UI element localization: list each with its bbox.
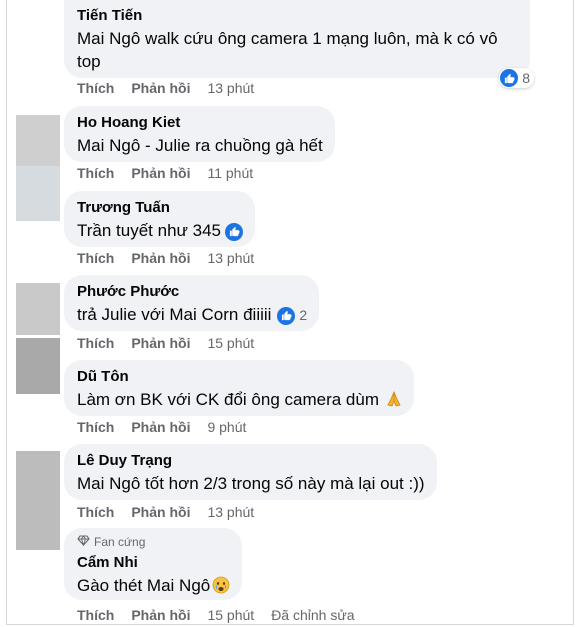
comment-text: Trần tuyết như 345: [77, 219, 244, 242]
comment-timestamp[interactable]: 13 phút: [207, 504, 254, 520]
comment-author[interactable]: Cẩm Nhi: [77, 553, 230, 572]
comment-timestamp[interactable]: 15 phút: [207, 607, 254, 623]
comment-timestamp[interactable]: 15 phút: [207, 335, 254, 351]
comment-bubble: Fan cứng Cẩm Nhi Gào thét Mai Ngô: [64, 528, 243, 600]
comment-actions: Thích Phản hồi 11 phút: [77, 165, 270, 181]
comment-author[interactable]: Phước Phước: [77, 282, 307, 301]
comment-bubble: Phước Phước trả Julie với Mai Corn điiii…: [64, 275, 320, 331]
comment-actions: Thích Phản hồi 9 phút: [77, 419, 263, 435]
comment-text-continued: top: [77, 52, 101, 71]
like-reaction-icon: [277, 306, 296, 325]
like-reaction-icon: [500, 69, 519, 87]
comment-author[interactable]: Trương Tuấn: [77, 198, 243, 217]
avatar[interactable]: [16, 451, 60, 550]
comment-author[interactable]: Lê Duy Trạng: [77, 451, 425, 470]
folded-hands-emoji-icon: [386, 390, 402, 414]
comment-text-content: Trần tuyết như 345: [77, 221, 222, 240]
comment-bubble: Dũ Tôn Làm ơn BK với CK đổi ông camera d…: [64, 360, 414, 416]
reaction-summary[interactable]: 8: [499, 68, 534, 88]
comment-author[interactable]: Dũ Tôn: [77, 367, 402, 386]
reply-button[interactable]: Phản hồi: [131, 250, 190, 266]
comment-bubble: Lê Duy Trạng Mai Ngô tốt hơn 2/3 trong s…: [64, 444, 437, 500]
avatar[interactable]: [16, 283, 60, 335]
comment-actions: Thích Phản hồi 15 phút: [77, 335, 271, 351]
like-button[interactable]: Thích: [77, 80, 114, 96]
avatar[interactable]: [16, 338, 60, 394]
comment-actions: Thích Phản hồi 13 phút: [77, 504, 271, 520]
edited-label[interactable]: Đã chỉnh sửa: [271, 607, 354, 623]
comment-item: Tiến Tiến Mai Ngô walk cứu ông camera 1 …: [64, 0, 534, 96]
avatar[interactable]: [16, 115, 60, 166]
comment-timestamp[interactable]: 13 phút: [207, 250, 254, 266]
reply-button[interactable]: Phản hồi: [131, 419, 190, 435]
comment-item: Ho Hoang Kiet Mai Ngô - Julie ra chuồng …: [64, 106, 335, 181]
crying-face-emoji-icon: [212, 576, 230, 600]
fan-badge[interactable]: Fan cứng: [77, 534, 230, 550]
reply-button[interactable]: Phản hồi: [131, 504, 190, 520]
comment-actions: Thích Phản hồi 15 phút Đã chỉnh sửa: [77, 607, 372, 623]
reply-button[interactable]: Phản hồi: [131, 80, 190, 96]
comment-text-content: Làm ơn BK với CK đổi ông camera dùm: [77, 390, 379, 409]
comment-text: Làm ơn BK với CK đổi ông camera dùm: [77, 388, 402, 414]
comment-author[interactable]: Tiến Tiến: [77, 6, 518, 25]
like-button[interactable]: Thích: [77, 419, 114, 435]
comment-text: trả Julie với Mai Corn điiiii 2: [77, 303, 307, 327]
comment-actions: Thích Phản hồi 13 phút: [77, 250, 271, 266]
comment-actions: Thích Phản hồi 13 phút: [77, 80, 271, 96]
comment-bubble: Tiến Tiến Mai Ngô walk cứu ông camera 1 …: [64, 0, 534, 88]
reaction-summary[interactable]: 2: [277, 304, 307, 327]
comment-bubble: Trương Tuấn Trần tuyết như 345: [64, 191, 256, 247]
reply-button[interactable]: Phản hồi: [131, 165, 190, 181]
comment-item: Phước Phước trả Julie với Mai Corn điiii…: [64, 275, 320, 351]
comment-text-content: Gào thét Mai Ngô: [77, 576, 211, 595]
comment-timestamp[interactable]: 13 phút: [207, 80, 254, 96]
like-button[interactable]: Thích: [77, 335, 114, 351]
comment-author[interactable]: Ho Hoang Kiet: [77, 113, 323, 132]
like-button[interactable]: Thích: [77, 504, 114, 520]
comment-text: Mai Ngô - Julie ra chuồng gà hết: [77, 136, 323, 155]
comment-text: Mai Ngô tốt hơn 2/3 trong số này mà lại …: [77, 474, 425, 493]
reply-button[interactable]: Phản hồi: [131, 607, 190, 623]
reply-button[interactable]: Phản hồi: [131, 335, 190, 351]
comment-item: Fan cứng Cẩm Nhi Gào thét Mai Ngô Thích P…: [64, 528, 355, 623]
comment-text: Gào thét Mai Ngô: [77, 574, 230, 600]
reaction-count: 2: [299, 307, 308, 324]
comment-timestamp[interactable]: 9 phút: [207, 419, 246, 435]
like-button[interactable]: Thích: [77, 165, 114, 181]
diamond-icon: [77, 534, 90, 550]
comment-bubble: Ho Hoang Kiet Mai Ngô - Julie ra chuồng …: [64, 106, 335, 162]
badge-label: Fan cứng: [94, 535, 146, 549]
like-button[interactable]: Thích: [77, 250, 114, 266]
comment-item: Trương Tuấn Trần tuyết như 345 Thích Phản…: [64, 191, 256, 266]
like-reaction-icon: [225, 222, 244, 241]
comment-text: Mai Ngô walk cứu ông camera 1 mạng luôn,…: [77, 29, 498, 48]
comment-text-content: trả Julie với Mai Corn điiiii: [77, 305, 272, 324]
like-button[interactable]: Thích: [77, 607, 114, 623]
reaction-count: 8: [522, 70, 530, 86]
comment-timestamp[interactable]: 11 phút: [207, 165, 253, 181]
reaction-summary[interactable]: [225, 222, 244, 241]
comment-item: Dũ Tôn Làm ơn BK với CK đổi ông camera d…: [64, 360, 414, 435]
comment-item: Lê Duy Trạng Mai Ngô tốt hơn 2/3 trong s…: [64, 444, 437, 520]
avatar[interactable]: [16, 166, 60, 221]
